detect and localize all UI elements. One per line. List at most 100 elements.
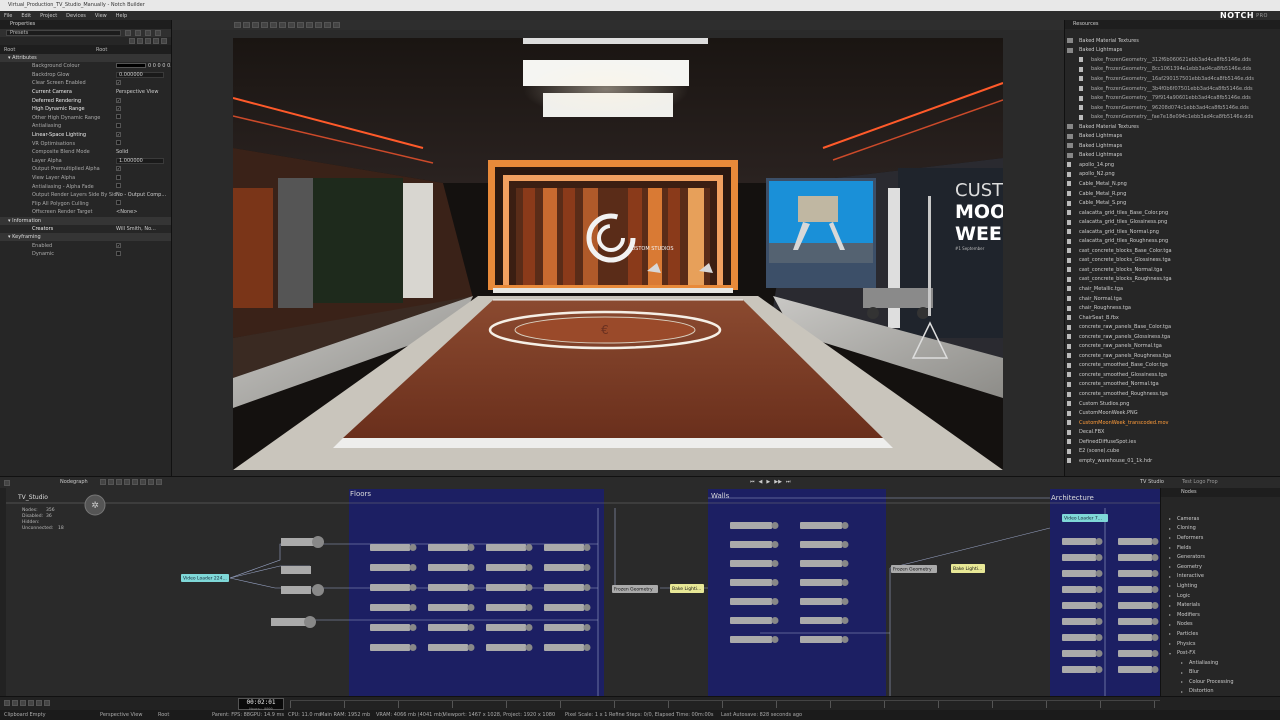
attribute-row[interactable]: Composite Blend Mode Solid bbox=[0, 148, 171, 157]
node-category[interactable]: ▸ Particles bbox=[1161, 629, 1280, 639]
tab-tv-studio[interactable]: TV Studio bbox=[1140, 479, 1164, 485]
list-icon[interactable] bbox=[155, 30, 161, 36]
graph-node[interactable] bbox=[1118, 538, 1152, 545]
lock-icon[interactable] bbox=[137, 38, 143, 44]
attribute-row[interactable]: Backdrop Glow 0.000000 bbox=[0, 71, 171, 80]
graph-node[interactable] bbox=[800, 560, 842, 567]
resource-item[interactable]: concrete_raw_panels_Base_Color.tga bbox=[1065, 322, 1280, 332]
graph-node[interactable] bbox=[730, 560, 772, 567]
graph-node[interactable] bbox=[800, 522, 842, 529]
resource-item[interactable]: E2 (scene).cube bbox=[1065, 447, 1280, 457]
resource-item[interactable]: Baked Lightmaps bbox=[1065, 46, 1280, 56]
attribute-checkbox[interactable]: ✓ bbox=[116, 132, 121, 138]
key-icon[interactable] bbox=[4, 700, 10, 706]
gizmo-icon[interactable] bbox=[333, 22, 340, 28]
attribute-field[interactable]: 0.000000 bbox=[116, 71, 164, 78]
graph-node[interactable] bbox=[428, 604, 468, 611]
resource-item[interactable]: cast_concrete_blocks_Roughness.tga bbox=[1065, 275, 1280, 285]
graph-node[interactable] bbox=[1118, 650, 1152, 657]
resource-item[interactable]: Baked Lightmaps bbox=[1065, 151, 1280, 161]
keyframing-enabled-row[interactable]: Enabled ✓ bbox=[0, 241, 171, 250]
grid-icon[interactable] bbox=[279, 22, 286, 28]
resource-item[interactable]: chair_Roughness.tga bbox=[1065, 303, 1280, 313]
menu-help[interactable]: Help bbox=[116, 13, 127, 19]
attribute-row[interactable]: Background Colour 0 0 0 0 0.0 bbox=[0, 62, 171, 71]
graph-node[interactable] bbox=[370, 584, 410, 591]
creators-row[interactable]: Creators Will Smith, No... bbox=[0, 225, 171, 234]
graph-node[interactable] bbox=[428, 644, 468, 651]
attribute-value[interactable]: Solid bbox=[116, 149, 128, 155]
graph-node[interactable] bbox=[1118, 666, 1152, 673]
graph-node[interactable] bbox=[1118, 602, 1152, 609]
graph-node[interactable] bbox=[1118, 570, 1152, 577]
graph-node[interactable] bbox=[486, 584, 526, 591]
graph-node[interactable] bbox=[1118, 554, 1152, 561]
node-category[interactable]: ▸ Modifiers bbox=[1161, 610, 1280, 620]
graph-node[interactable] bbox=[1062, 570, 1096, 577]
menu-devices[interactable]: Devices bbox=[66, 13, 86, 19]
paste-icon[interactable] bbox=[153, 38, 159, 44]
node-category[interactable]: ▸ Logic bbox=[1161, 591, 1280, 601]
resource-item[interactable]: cast_concrete_blocks_Base_Color.tga bbox=[1065, 246, 1280, 256]
node-align-icon[interactable] bbox=[124, 479, 130, 485]
resource-item[interactable]: Baked Material Textures bbox=[1065, 122, 1280, 132]
attribute-checkbox[interactable]: ✓ bbox=[116, 106, 121, 112]
node-category[interactable]: ▸ Lighting bbox=[1161, 581, 1280, 591]
resource-item[interactable]: concrete_raw_panels_Glossiness.tga bbox=[1065, 332, 1280, 342]
resource-item[interactable]: apollo_14.png bbox=[1065, 160, 1280, 170]
graph-node[interactable] bbox=[544, 544, 584, 551]
attribute-checkbox[interactable]: ✓ bbox=[116, 80, 121, 86]
resource-item[interactable]: Custom Studios.png bbox=[1065, 399, 1280, 409]
node-category[interactable]: ▸ Cameras bbox=[1161, 514, 1280, 524]
graph-node[interactable] bbox=[544, 604, 584, 611]
minus-icon[interactable] bbox=[145, 30, 151, 36]
menu-project[interactable]: Project bbox=[40, 13, 57, 19]
graph-node[interactable] bbox=[428, 544, 468, 551]
nodegraph-canvas[interactable]: Floors Walls Architecture TV_Studio ✲ No… bbox=[0, 488, 1160, 696]
graph-node[interactable] bbox=[486, 624, 526, 631]
graph-node[interactable] bbox=[486, 604, 526, 611]
resource-item[interactable]: Cable_Metal_S.png bbox=[1065, 198, 1280, 208]
timeline-ruler[interactable] bbox=[290, 700, 1160, 708]
attribute-checkbox[interactable] bbox=[116, 183, 121, 189]
graph-node[interactable] bbox=[1118, 586, 1152, 593]
menu-file[interactable]: File bbox=[4, 13, 12, 19]
graph-node[interactable] bbox=[428, 564, 468, 571]
attribute-row[interactable]: Flip All Polygon Culling bbox=[0, 200, 171, 209]
resource-item[interactable]: Baked Lightmaps bbox=[1065, 131, 1280, 141]
menu-view[interactable]: View bbox=[95, 13, 107, 19]
menu-edit[interactable]: Edit bbox=[21, 13, 31, 19]
graph-node[interactable] bbox=[800, 598, 842, 605]
graph-node[interactable] bbox=[370, 644, 410, 651]
resource-item[interactable]: Baked Material Textures bbox=[1065, 36, 1280, 46]
graph-node[interactable] bbox=[486, 564, 526, 571]
graph-node[interactable] bbox=[544, 564, 584, 571]
resource-item[interactable]: bake_FrozenGeometry__fae7e18e094c1ebb3ad… bbox=[1065, 112, 1280, 122]
resource-item[interactable]: apollo_N2.png bbox=[1065, 170, 1280, 180]
resource-item[interactable]: concrete_smoothed_Glossiness.tga bbox=[1065, 370, 1280, 380]
resource-item[interactable]: concrete_raw_panels_Normal.tga bbox=[1065, 342, 1280, 352]
record-icon[interactable] bbox=[36, 700, 42, 706]
select-icon[interactable] bbox=[261, 22, 268, 28]
reset-icon[interactable] bbox=[161, 38, 167, 44]
graph-node[interactable] bbox=[800, 541, 842, 548]
graph-node[interactable] bbox=[544, 584, 584, 591]
add-icon[interactable] bbox=[135, 30, 141, 36]
node-category[interactable]: ▸ Deformers bbox=[1161, 533, 1280, 543]
attribute-checkbox[interactable] bbox=[116, 114, 121, 120]
graph-node[interactable] bbox=[544, 624, 584, 631]
group-floors[interactable] bbox=[349, 489, 604, 696]
timeline-bar[interactable]: 00:02:01 Hours: 0000 bbox=[0, 696, 1280, 711]
graph-node[interactable] bbox=[730, 541, 772, 548]
graph-node[interactable] bbox=[370, 624, 410, 631]
resource-item[interactable]: ChairSeat_B.fbx bbox=[1065, 313, 1280, 323]
attribute-value[interactable]: Perspective View bbox=[116, 89, 158, 95]
node-category[interactable]: ▸ Nodes bbox=[1161, 620, 1280, 630]
node-category[interactable]: ▸ Materials bbox=[1161, 600, 1280, 610]
node-category[interactable]: ▸ Fields bbox=[1161, 543, 1280, 553]
resource-item[interactable]: Cable_Metal_R.png bbox=[1065, 189, 1280, 199]
root-row[interactable]: Root Root bbox=[0, 45, 171, 54]
attribute-row[interactable]: Linear-Space Lighting ✓ bbox=[0, 131, 171, 140]
node-category[interactable]: ▸ Interactive bbox=[1161, 572, 1280, 582]
attribute-row[interactable]: Deferred Rendering ✓ bbox=[0, 96, 171, 105]
